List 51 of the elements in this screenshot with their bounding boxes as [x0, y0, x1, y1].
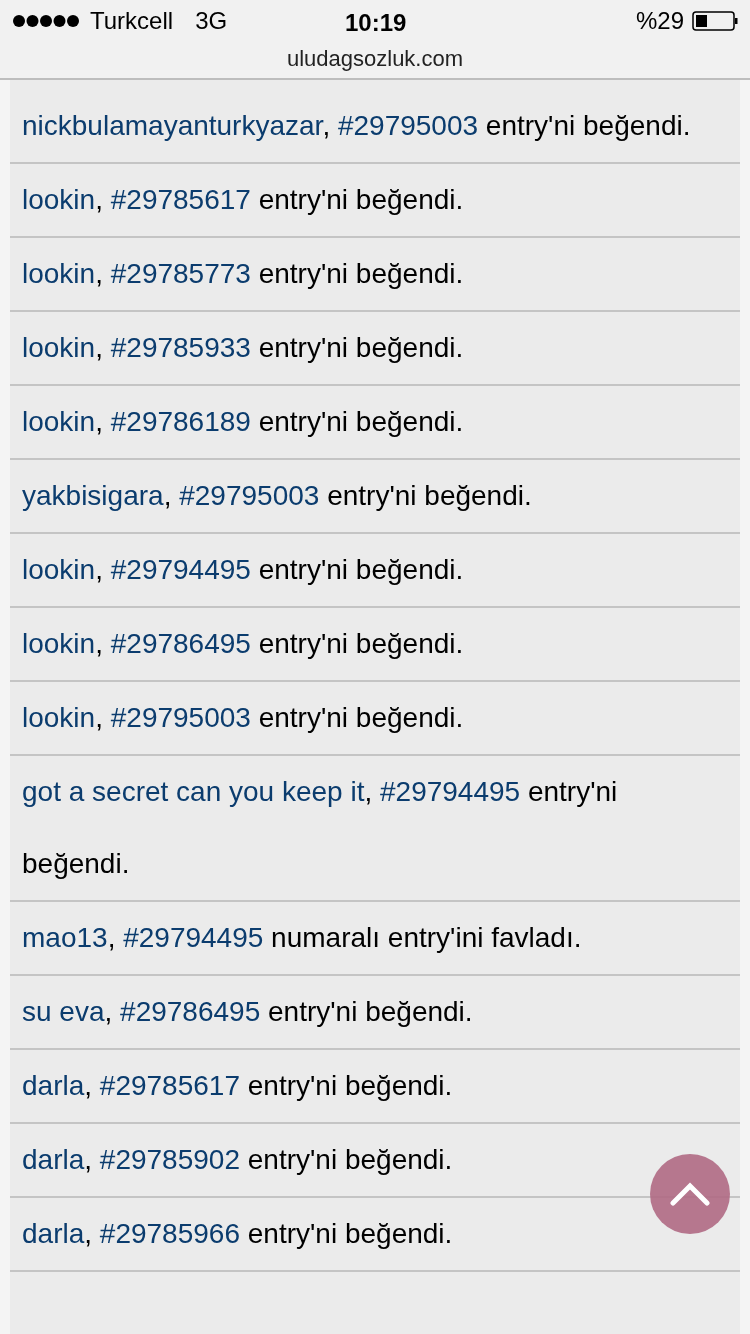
username-link[interactable]: lookin [22, 554, 96, 585]
notification-text: lookin, #29785617 entry'ni beğendi. [22, 183, 465, 217]
notification-text: lookin, #29794495 entry'ni beğendi. [22, 553, 465, 587]
username-link[interactable]: lookin [22, 258, 96, 289]
entry-link[interactable]: #29786495 [110, 628, 251, 659]
notification-text: lookin, #29786495 entry'ni beğendi. [22, 627, 465, 661]
entry-link[interactable]: #29794495 [123, 922, 264, 953]
notification-text: mao13, #29794495 numaralı entry'ini favladı. [22, 921, 583, 955]
entry-link[interactable]: #29785617 [99, 1070, 240, 1101]
notification-text: got a secret can you keep it, #29794495 entry'ni beğendi. [22, 775, 619, 881]
username-link[interactable]: nickbulamayanturkyazar [22, 110, 323, 141]
username-link[interactable]: yakbisigara [22, 480, 164, 511]
signal-strength-icon [12, 14, 80, 28]
entry-link[interactable]: #29786189 [110, 406, 251, 437]
entry-link[interactable]: #29785617 [110, 184, 251, 215]
chevron-up-icon [670, 1182, 710, 1206]
entry-link[interactable]: #29795003 [179, 480, 320, 511]
notification-text: nickbulamayanturkyazar, #29795003 entry'ni beğendi. [22, 109, 692, 143]
username-link[interactable]: darla [22, 1218, 85, 1249]
entry-link[interactable]: #29785933 [110, 332, 251, 363]
username-link[interactable]: lookin [22, 332, 96, 363]
clock-time: 10:19 [345, 8, 407, 38]
username-link[interactable]: darla [22, 1070, 85, 1101]
username-link[interactable]: mao13 [22, 922, 108, 953]
entry-link[interactable]: #29794495 [110, 554, 251, 585]
username-link[interactable]: darla [22, 1144, 85, 1175]
notification-text: darla, #29785617 entry'ni beğendi. [22, 1069, 454, 1103]
username-link[interactable]: lookin [22, 702, 96, 733]
notification-text: su eva, #29786495 entry'ni beğendi. [22, 995, 474, 1029]
notification-text: lookin, #29795003 entry'ni beğendi. [22, 701, 465, 735]
entry-link[interactable]: #29785773 [110, 258, 251, 289]
network-type: 3G [195, 6, 228, 36]
entry-link[interactable]: #29785902 [99, 1144, 240, 1175]
username-link[interactable]: lookin [22, 184, 96, 215]
address-bar-url[interactable]: uludagsozluk.com [286, 42, 464, 75]
notification-text: lookin, #29785773 entry'ni beğendi. [22, 257, 465, 291]
battery-icon [692, 11, 738, 31]
battery-percentage: %29 [635, 6, 684, 36]
entry-link[interactable]: #29794495 [380, 776, 521, 807]
notification-text: yakbisigara, #29795003 entry'ni beğendi. [22, 479, 533, 513]
entry-link[interactable]: #29785966 [99, 1218, 240, 1249]
notification-text: lookin, #29786189 entry'ni beğendi. [22, 405, 465, 439]
entry-link[interactable]: #29795003 [337, 110, 479, 141]
username-link[interactable]: got a secret can you keep it [22, 776, 365, 807]
entry-link[interactable]: #29795003 [110, 702, 251, 733]
notification-text: lookin, #29785933 entry'ni beğendi. [22, 331, 465, 365]
username-link[interactable]: lookin [22, 628, 96, 659]
username-link[interactable]: su eva [22, 996, 105, 1027]
username-link[interactable]: lookin [22, 406, 96, 437]
carrier-name: Turkcell [90, 6, 174, 36]
entry-link[interactable]: #29786495 [120, 996, 261, 1027]
